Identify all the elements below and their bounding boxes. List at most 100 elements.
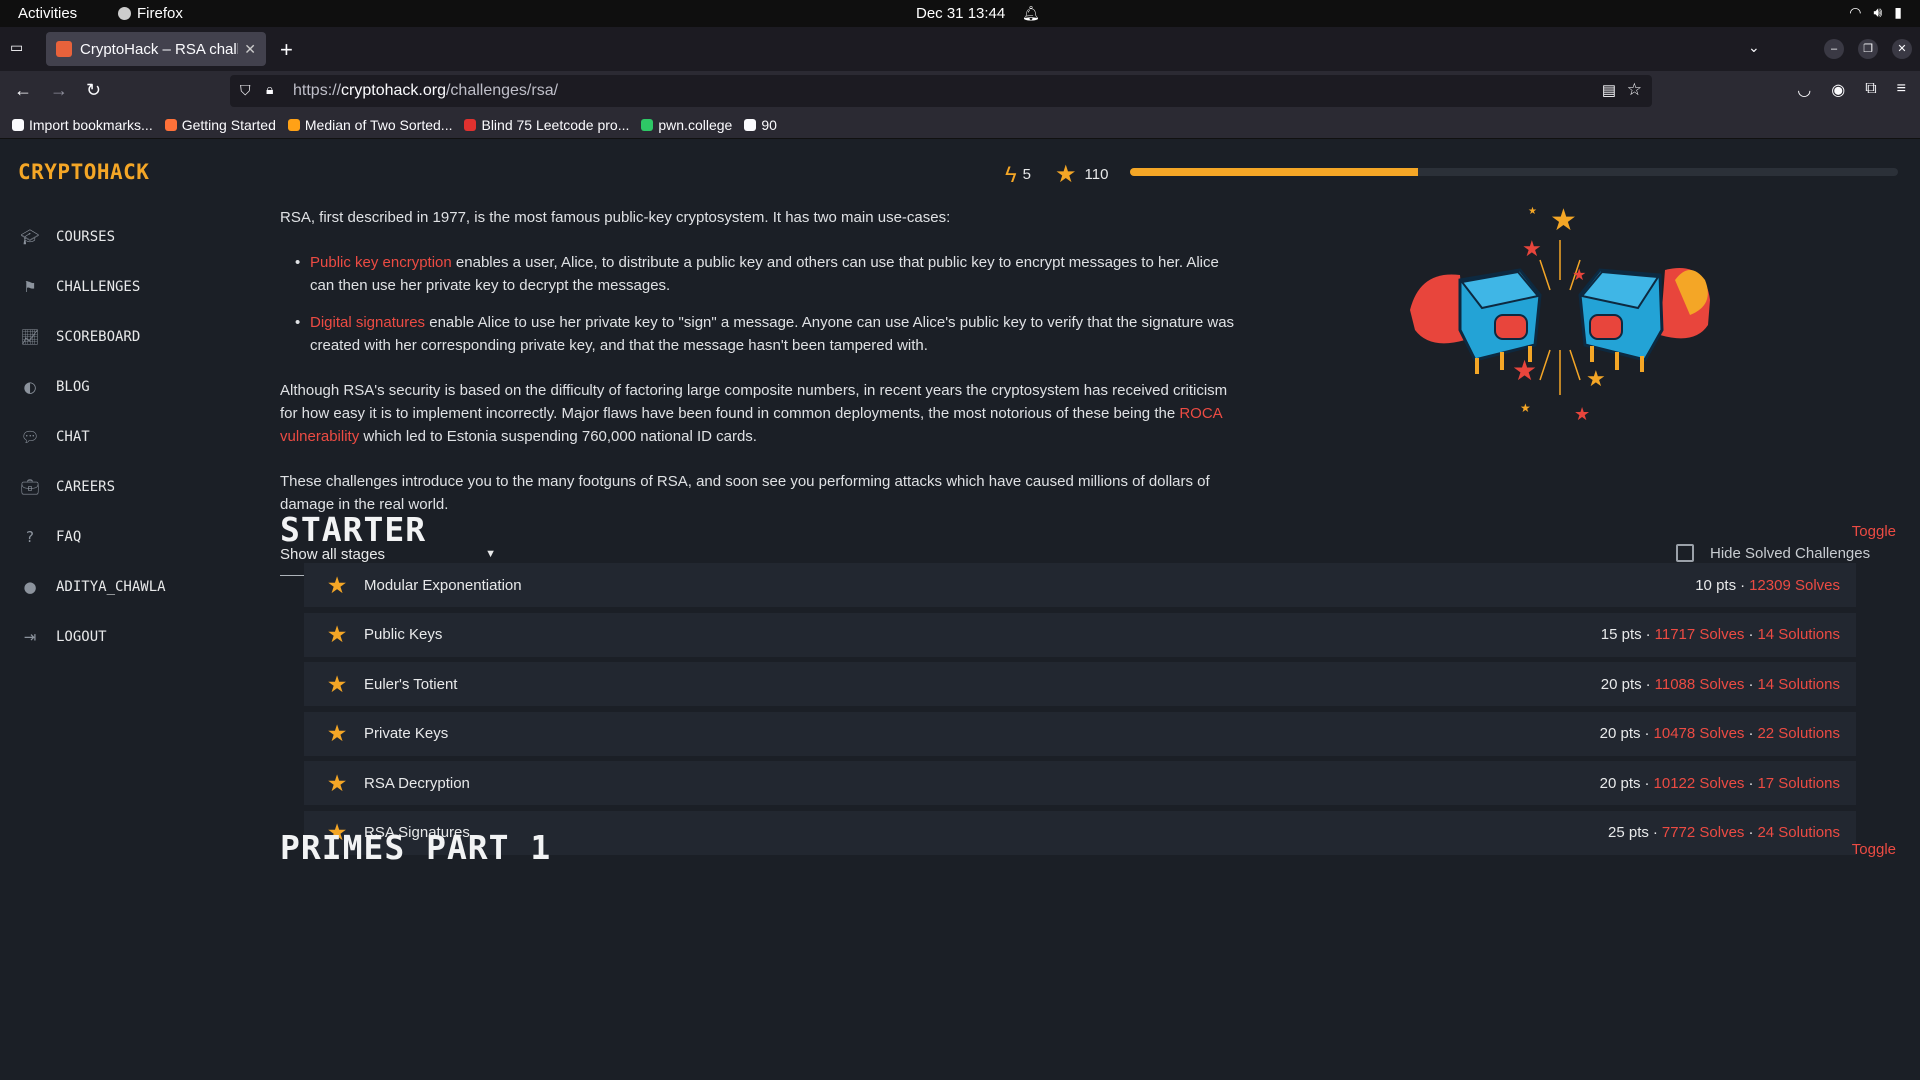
star-icon: ★ [326, 769, 348, 796]
tracking-protection-shield-icon[interactable]: ⛉ [240, 82, 251, 99]
separator: · [1748, 626, 1754, 643]
bookmark-item[interactable]: 90 [744, 117, 777, 133]
brain-icon: ◐ [23, 378, 37, 396]
bookmark-item[interactable]: pwn.college [641, 117, 732, 133]
solutions-link[interactable]: 14 Solutions [1757, 676, 1840, 693]
tab-title: CryptoHack – RSA challe [80, 40, 239, 58]
minimize-icon[interactable]: – [1824, 39, 1844, 59]
star-icon: ★ [326, 720, 348, 746]
use-case-list: Public key encryption enables a user, Al… [280, 251, 1240, 357]
sidebar-item-faq[interactable]: ? FAQ [0, 512, 260, 562]
separator: · [1645, 626, 1651, 643]
back-icon[interactable]: ← [14, 80, 32, 101]
activities-button[interactable]: Activities [18, 5, 77, 22]
import-icon [12, 118, 24, 131]
progress-fill [1130, 168, 1418, 176]
site-logo[interactable]: CRYPTOHACK [18, 160, 149, 184]
svg-text:★: ★ [1522, 237, 1542, 262]
public-key-encryption-link[interactable]: Public key encryption [310, 254, 452, 271]
solutions-link[interactable]: 17 Solutions [1757, 775, 1840, 792]
firefox-icon [164, 118, 177, 131]
challenge-meta: 20 pts · 10122 Solves · 17 Solutions [1600, 775, 1840, 792]
challenge-name: Euler's Totient [364, 675, 458, 693]
bookmark-item[interactable]: Median of Two Sorted... [287, 116, 453, 133]
github-icon [744, 118, 757, 131]
progress-bar [1130, 168, 1898, 176]
challenge-points: 20 pts [1599, 725, 1641, 742]
sidebar-item-aditya-chawla[interactable]: ● ADITYA_CHAWLA [0, 562, 260, 612]
pocket-icon[interactable]: ◡ [1797, 80, 1811, 100]
clock[interactable]: Dec 31 13:44 [916, 5, 1005, 22]
app-menu[interactable]: Firefox [118, 5, 183, 22]
sidebar-item-label: SCOREBOARD [56, 329, 141, 345]
sidebar-item-challenges[interactable]: ⚑ CHALLENGES [0, 262, 260, 312]
solves-link[interactable]: 11088 Solves [1655, 676, 1745, 693]
extensions-icon[interactable]: ⧉ [1865, 80, 1876, 100]
new-tab-icon[interactable]: + [280, 37, 293, 63]
challenge-name: RSA Decryption [364, 774, 470, 792]
tab-list-icon[interactable]: ▭ [10, 39, 30, 59]
challenge-list: ★ Modular Exponentiation 10 pts · 12309 Solv… [304, 563, 1856, 860]
challenge-meta: 25 pts · 7772 Solves · 24 Solutions [1608, 824, 1840, 841]
bookmark-item[interactable]: Blind 75 Leetcode pro... [464, 117, 629, 133]
table-row[interactable]: ★ RSA Decryption 20 pts · 10122 Solves · 17 So… [304, 761, 1856, 805]
solutions-link[interactable]: 14 Solutions [1757, 626, 1840, 643]
bookmarks-toolbar: Import bookmarks... Getting Started Median… [0, 111, 1920, 139]
sidebar-item-logout[interactable]: ⇥ LOGOUT [0, 612, 260, 662]
chat-bubbles-icon: 💬︎ [20, 428, 40, 446]
reader-view-icon[interactable]: ▤ [1602, 81, 1616, 99]
star-icon: ★ [326, 621, 348, 647]
sidebar-item-blog[interactable]: ◐ BLOG [0, 362, 260, 412]
challenge-meta: 15 pts · 11717 Solves · 14 Solutions [1601, 626, 1840, 643]
sidebar-item-chat[interactable]: 💬︎ CHAT [0, 412, 260, 462]
list-item: Digital signatures enable Alice to use h… [280, 311, 1240, 357]
reload-icon[interactable]: ↻ [86, 80, 101, 101]
hide-solved-toggle[interactable]: Hide Solved Challenges [1676, 544, 1870, 562]
sidebar-item-careers[interactable]: 💼︎ CAREERS [0, 462, 260, 512]
lock-icon[interactable]: 🔒︎ [266, 81, 273, 98]
active-tab[interactable]: CryptoHack – RSA challe ✕ [46, 32, 266, 66]
paragraph-text: which led to Estonia suspending 760,000 … [359, 428, 757, 445]
separator: · [1644, 774, 1650, 792]
bookmark-star-icon[interactable]: ☆ [1627, 80, 1642, 100]
solutions-link[interactable]: 22 Solutions [1757, 725, 1840, 742]
system-tray[interactable]: ◠ 🔊︎ ▮ [1849, 4, 1902, 21]
leetcode-icon [287, 118, 300, 131]
url-bar[interactable]: ⛉ 🔒︎ https://cryptohack.org/challenges/r… [230, 75, 1652, 107]
close-window-icon[interactable]: ✕ [1892, 39, 1912, 59]
svg-text:★: ★ [1586, 367, 1606, 392]
solves-link[interactable]: 11717 Solves [1655, 626, 1745, 643]
restore-icon[interactable]: ❐ [1858, 39, 1878, 59]
bookmark-item[interactable]: Import bookmarks... [12, 117, 153, 133]
sidebar-item-scoreboard[interactable]: 📈︎ SCOREBOARD [0, 312, 260, 362]
close-tab-icon[interactable]: ✕ [244, 41, 256, 58]
list-all-tabs-chevron-icon[interactable]: ⌄ [1748, 39, 1760, 56]
account-icon[interactable]: ◉ [1831, 80, 1845, 100]
bookmark-label: Median of Two Sorted... [304, 116, 453, 133]
table-row[interactable]: ★ Euler's Totient 20 pts · 11088 Solves · 14 S… [304, 662, 1856, 706]
bookmark-item[interactable]: Getting Started [164, 117, 276, 133]
table-row[interactable]: ★ Private Keys 20 pts · 10478 Solves · 22 Solu… [304, 711, 1856, 756]
solves-link[interactable]: 10478 Solves [1654, 725, 1745, 742]
solutions-link[interactable]: 24 Solutions [1757, 824, 1840, 841]
table-row[interactable]: ★ Modular Exponentiation 10 pts · 12309 Solv… [304, 563, 1856, 607]
digital-signatures-link[interactable]: Digital signatures [310, 314, 425, 331]
url-text[interactable]: https://cryptohack.org/challenges/rsa/ [293, 82, 558, 100]
hide-solved-checkbox[interactable] [1676, 544, 1694, 562]
solves-link[interactable]: 10122 Solves [1654, 775, 1745, 792]
logout-icon: ⇥ [23, 628, 37, 646]
section-toggle-link[interactable]: Toggle [1852, 841, 1896, 858]
forward-icon[interactable]: → [50, 80, 68, 101]
svg-text:★: ★ [1574, 404, 1590, 425]
separator: · [1748, 725, 1754, 742]
section-toggle-link[interactable]: Toggle [1852, 523, 1896, 540]
menu-icon[interactable]: ≡ [1897, 80, 1906, 100]
rsa-illustration: ★ ★ ★ ★ ★ ★ ★ ★ [1410, 203, 1710, 425]
user-circle-icon: ● [23, 578, 37, 596]
table-row[interactable]: ★ Public Keys 15 pts · 11717 Solves · 14 Solut… [304, 612, 1856, 657]
bookmark-label: 90 [761, 116, 777, 133]
solves-link[interactable]: 12309 Solves [1749, 577, 1840, 594]
sidebar-item-courses[interactable]: 🎓︎ COURSES [0, 212, 260, 262]
solves-link[interactable]: 7772 Solves [1662, 824, 1745, 841]
chart-line-icon: 📈︎ [20, 328, 40, 346]
